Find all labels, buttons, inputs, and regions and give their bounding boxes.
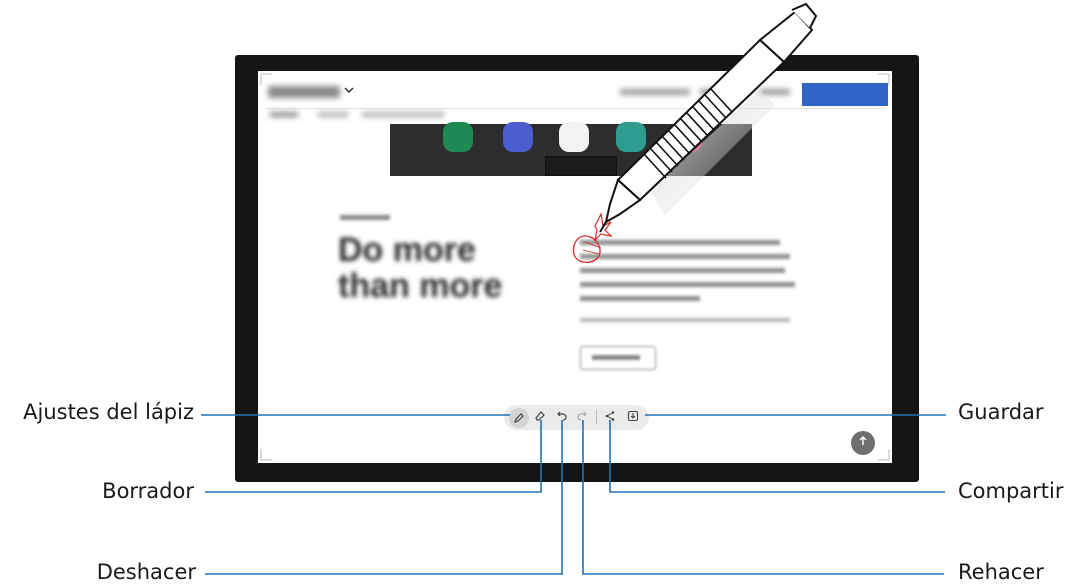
- label-pen-settings: Ajustes del lápiz: [23, 400, 194, 424]
- label-eraser: Borrador: [102, 479, 194, 503]
- label-undo: Deshacer: [96, 560, 196, 584]
- label-redo: Rehacer: [958, 560, 1044, 584]
- label-save: Guardar: [958, 400, 1044, 424]
- label-share: Compartir: [958, 479, 1064, 503]
